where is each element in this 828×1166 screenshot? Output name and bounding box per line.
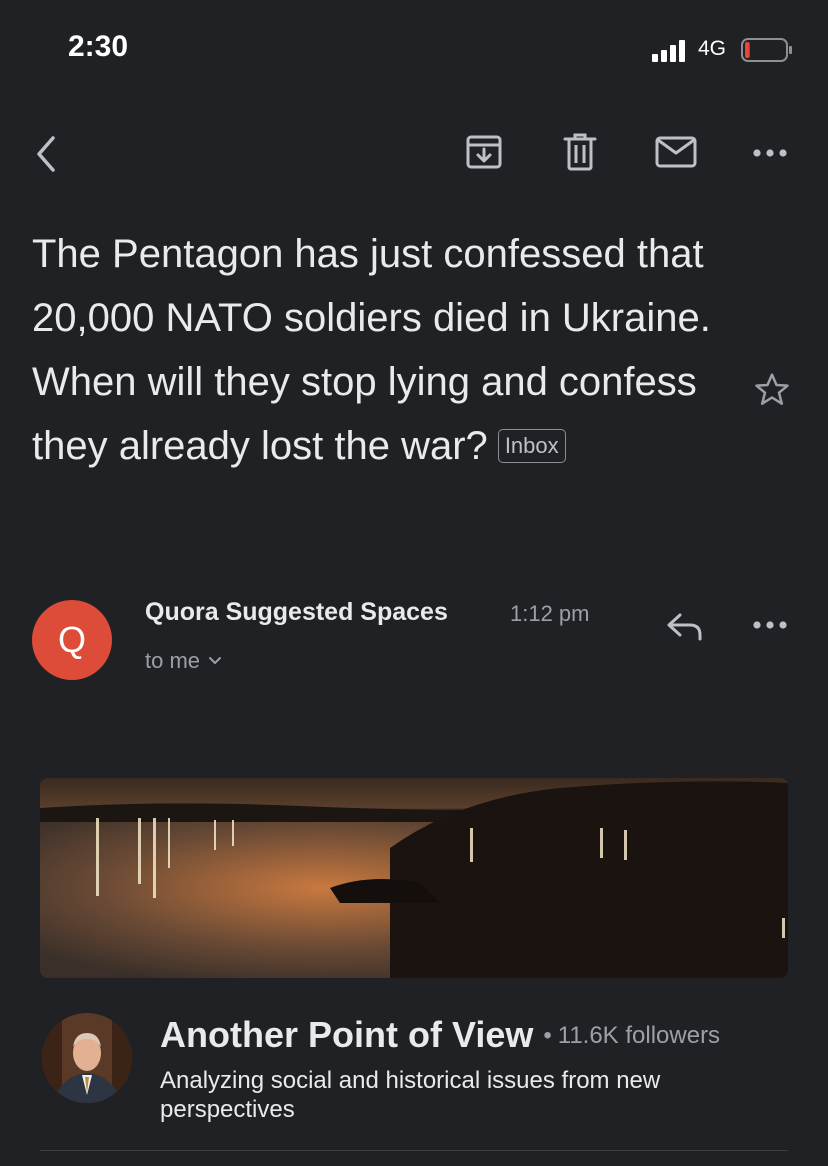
space-banner-image[interactable] xyxy=(40,778,788,978)
recipient-details-toggle[interactable]: to me xyxy=(145,648,222,674)
cellular-signal-icon xyxy=(652,40,685,62)
chevron-left-icon xyxy=(37,136,55,172)
status-time: 2:30 xyxy=(68,30,129,63)
space-description: Analyzing social and historical issues f… xyxy=(160,1067,661,1123)
more-horizontal-icon xyxy=(753,621,787,629)
inbox-label-badge[interactable]: Inbox xyxy=(497,429,566,463)
space-title[interactable]: Another Point of View xyxy=(160,1014,533,1055)
battery-icon xyxy=(741,38,792,62)
subject-text: The Pentagon has just confessed that 20,… xyxy=(32,232,711,468)
message-more-button[interactable] xyxy=(748,608,792,642)
sender-avatar[interactable]: Q xyxy=(32,600,112,680)
title-separator: • xyxy=(543,1022,552,1049)
archive-icon xyxy=(466,135,502,169)
divider xyxy=(40,1150,788,1151)
mail-icon xyxy=(655,136,697,168)
star-button[interactable] xyxy=(750,368,794,412)
email-subject: The Pentagon has just confessed that 20,… xyxy=(32,222,722,478)
more-options-button[interactable] xyxy=(748,136,792,170)
star-icon xyxy=(755,373,789,405)
network-type: 4G xyxy=(698,37,727,60)
email-time: 1:12 pm xyxy=(510,601,590,626)
trash-icon xyxy=(563,133,597,171)
back-button[interactable] xyxy=(26,130,66,178)
sender-name[interactable]: Quora Suggested Spaces xyxy=(145,598,448,627)
reply-icon xyxy=(667,613,702,641)
chevron-down-icon xyxy=(209,657,222,664)
followers-count: 11.6K followers xyxy=(557,1022,721,1049)
archive-button[interactable] xyxy=(462,130,506,174)
reply-button[interactable] xyxy=(660,604,708,648)
space-avatar[interactable] xyxy=(42,1013,132,1103)
mark-unread-button[interactable] xyxy=(652,130,700,174)
more-horizontal-icon xyxy=(753,149,787,157)
recipient-label: to me xyxy=(145,648,201,673)
space-title-row: Another Point of View • 11.6K followers xyxy=(160,1014,720,1056)
delete-button[interactable] xyxy=(558,130,602,174)
